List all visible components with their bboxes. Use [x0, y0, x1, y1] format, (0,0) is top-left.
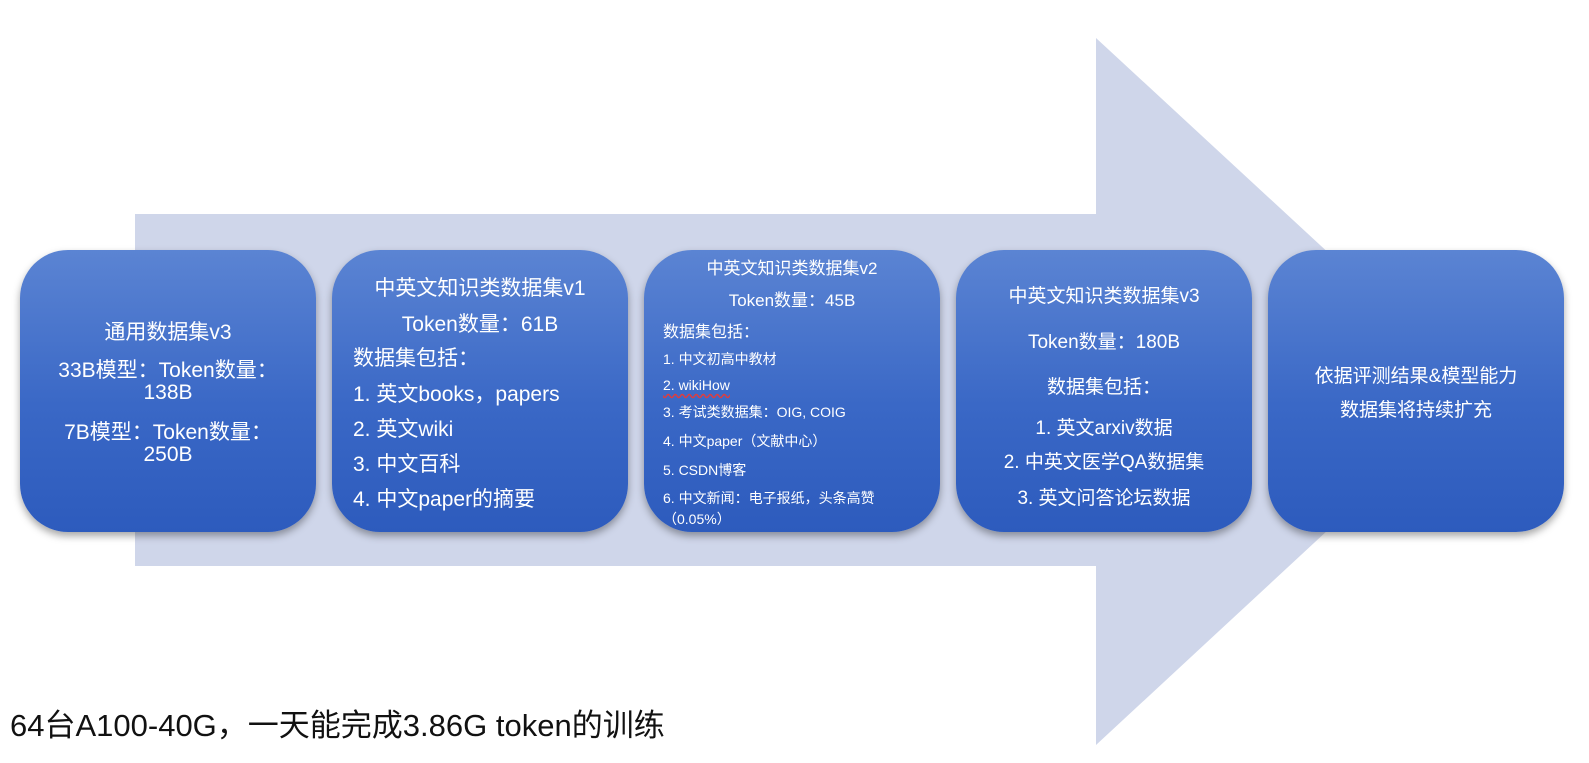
card3-item: 4. 中文paper（文献中心） — [663, 433, 827, 449]
card2-title: 中英文知识类数据集v1 — [374, 277, 586, 300]
card2-item: 4. 中文paper的摘要 — [353, 488, 536, 511]
card4-item: 2. 中英文医学QA数据集 — [1003, 452, 1205, 473]
card-knowledge-dataset-v1: 中英文知识类数据集v1 Token数量：61B 数据集包括： 1. 英文book… — [332, 250, 628, 532]
card1-7b-tokens-label: 7B模型：Token数量： — [64, 421, 272, 444]
card4-includes-label: 数据集包括： — [1046, 377, 1161, 398]
card2-item: 2. 英文wiki — [353, 418, 454, 441]
card3-item: 6. 中文新闻：电子报纸，头条高赞 — [663, 490, 875, 506]
card5-line1: 依据评测结果&模型能力 — [1314, 366, 1518, 387]
card3-item: 1. 中文初高中教材 — [663, 351, 777, 367]
card3-title: 中英文知识类数据集v2 — [706, 259, 878, 278]
card1-7b-tokens-value: 250B — [143, 443, 193, 466]
card4-item: 3. 英文问答论坛数据 — [1017, 488, 1191, 509]
card3-item: 2. wikiHow — [663, 377, 730, 393]
card3-token-count: Token数量：45B — [728, 291, 856, 310]
card3-item: 5. CSDN博客 — [663, 462, 747, 478]
card3-item: 3. 考试类数据集：OIG, COIG — [663, 404, 846, 420]
card2-token-count: Token数量：61B — [401, 313, 559, 336]
card-continuous-expansion: 依据评测结果&模型能力 数据集将持续扩充 — [1268, 250, 1564, 532]
card-knowledge-dataset-v2: 中英文知识类数据集v2 Token数量：45B 数据集包括： 1. 中文初高中教… — [644, 250, 940, 532]
card2-includes-label: 数据集包括： — [353, 347, 479, 370]
card1-title: 通用数据集v3 — [104, 321, 232, 344]
training-throughput-caption: 64台A100-40G，一天能完成3.86G token的训练 — [10, 708, 665, 743]
card-general-dataset-v3: 通用数据集v3 33B模型：Token数量： 138B 7B模型：Token数量… — [20, 250, 316, 532]
card5-line2: 数据集将持续扩充 — [1339, 400, 1492, 421]
card4-title: 中英文知识类数据集v3 — [1008, 286, 1200, 307]
card2-item: 3. 中文百科 — [353, 453, 461, 476]
card4-item: 1. 英文arxiv数据 — [1035, 418, 1173, 439]
card4-token-count: Token数量：180B — [1027, 332, 1181, 353]
card1-33b-tokens-label: 33B模型：Token数量： — [58, 359, 278, 382]
card-knowledge-dataset-v3: 中英文知识类数据集v3 Token数量：180B 数据集包括： 1. 英文arx… — [956, 250, 1252, 532]
card3-item-continuation: （0.05%） — [663, 511, 731, 527]
card2-item: 1. 英文books，papers — [353, 383, 560, 406]
card1-33b-tokens-value: 138B — [143, 381, 193, 404]
card3-includes-label: 数据集包括： — [663, 324, 760, 341]
